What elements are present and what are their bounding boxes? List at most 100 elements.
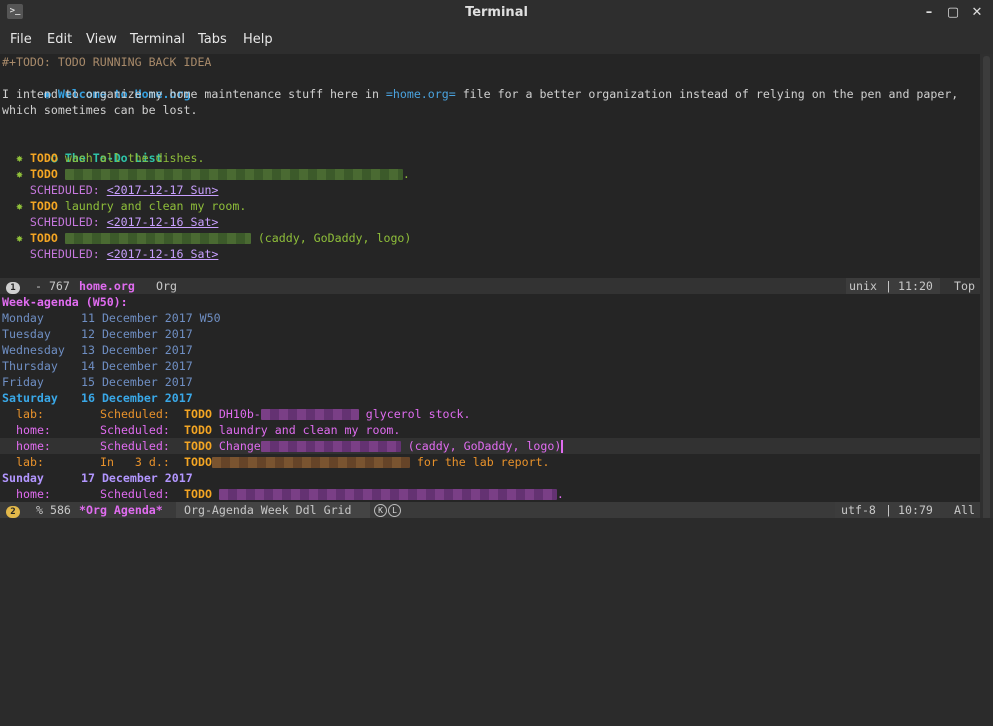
separator: | — [885, 503, 892, 517]
entry-when: Scheduled: — [100, 487, 170, 501]
scheduled-label: SCHEDULED: — [29, 247, 100, 261]
menu-view[interactable]: View — [86, 32, 117, 47]
minimize-icon[interactable]: – — [920, 4, 938, 22]
entry-category: lab: — [16, 455, 44, 469]
day-name: Thursday — [2, 359, 58, 373]
menu-edit[interactable]: Edit — [47, 32, 72, 47]
entry-when: Scheduled: — [100, 407, 170, 421]
entry-when: In 3 d.: — [100, 455, 170, 469]
terminal-content[interactable]: #+TODO: TODO RUNNING BACK IDEA ◉ Welcome… — [0, 54, 980, 532]
day-date: 14 December 2017 — [81, 359, 193, 373]
agenda-entry-selected[interactable]: home: Scheduled: TODO Change (caddy, GoDad… — [2, 438, 564, 454]
day-date: 16 December 2017 — [81, 391, 193, 405]
todo-bullet-icon: ✸ — [15, 199, 23, 213]
menu-tabs[interactable]: Tabs — [198, 32, 227, 47]
agenda-day: Thursday 14 December 2017 — [2, 358, 193, 374]
todo-item: ✸ TODO (caddy, GoDaddy, logo) — [2, 230, 411, 246]
agenda-entry[interactable]: lab: Scheduled: TODO DH10b- glycerol stock… — [2, 406, 470, 422]
todo-text: wash all the dishes. — [64, 151, 205, 165]
scheduled-date-link[interactable]: <2017-12-17 Sun> — [107, 183, 219, 197]
week-number: W50 — [199, 311, 221, 325]
close-icon[interactable]: ✕ — [968, 4, 986, 22]
terminal-window: >_ Terminal – ▢ ✕ File Edit View Termina… — [0, 0, 993, 540]
title-bar[interactable]: >_ Terminal – ▢ ✕ — [0, 0, 993, 26]
todo-item: ✸ TODO . — [2, 166, 410, 182]
cursor — [561, 440, 564, 453]
menu-bar: File Edit View Terminal Tabs Help — [0, 26, 993, 54]
verbatim-filename: =home.org= — [385, 87, 456, 101]
todo-keyword: TODO — [29, 199, 58, 213]
org-heading-2: ○ The To-Do List — [2, 134, 163, 165]
agenda-entry[interactable]: home: Scheduled: TODO laundry and clean my… — [2, 422, 400, 438]
org-paragraph-line-1: I intend to organize my home maintenance… — [2, 86, 958, 102]
todo-bullet-icon: ✸ — [15, 151, 23, 165]
entry-text: (caddy, GoDaddy, logo) — [407, 439, 562, 453]
minor-mode-l-icon: L — [388, 502, 401, 518]
agenda-day: Wednesday 13 December 2017 — [2, 342, 193, 358]
agenda-entry[interactable]: home: Scheduled: TODO . — [2, 486, 564, 502]
window-number-badge: 1 — [6, 282, 20, 294]
redacted-text — [218, 489, 557, 500]
todo-bullet-icon: ✸ — [15, 231, 23, 245]
todo-item: ✸ TODO laundry and clean my room. — [2, 198, 246, 214]
major-mode: Org — [156, 279, 177, 293]
agenda-day: Friday 15 December 2017 — [2, 374, 193, 390]
todo-keyword: TODO — [29, 167, 58, 181]
todo-keyword: TODO — [29, 151, 58, 165]
buffer-state: % 586 — [36, 503, 71, 517]
redacted-text — [260, 409, 359, 420]
redacted-text — [260, 441, 401, 452]
scheduled-line: SCHEDULED: <2017-12-17 Sun> — [2, 182, 218, 198]
org-heading-1: ◉ Welcome to Home.org — [2, 70, 191, 101]
entry-text: . — [556, 487, 564, 501]
todo-text: laundry and clean my room. — [64, 199, 247, 213]
agenda-day: Sunday 17 December 2017 — [2, 470, 193, 486]
para-text: file for a better organization instead o… — [455, 87, 959, 101]
day-date: 12 December 2017 — [81, 327, 193, 341]
scheduled-line: SCHEDULED: <2017-12-16 Sat> — [2, 246, 218, 262]
todo-keyword: TODO — [184, 455, 212, 469]
scheduled-date-link[interactable]: <2017-12-16 Sat> — [107, 247, 219, 261]
todo-text: . — [402, 167, 410, 181]
redacted-text — [211, 457, 410, 468]
window-title: Terminal — [465, 5, 528, 20]
cursor-position: 10:79 — [898, 503, 933, 517]
agenda-entry[interactable]: lab: In 3 d.: TODO for the lab report. — [2, 454, 550, 470]
echo-area — [0, 518, 993, 540]
scheduled-date-link[interactable]: <2017-12-16 Sat> — [107, 215, 219, 229]
scrollbar-thumb[interactable] — [983, 56, 990, 526]
day-name: Sunday — [2, 471, 44, 485]
scroll-position: Top — [954, 279, 975, 293]
day-date: 11 December 2017 — [81, 311, 193, 325]
redacted-text — [64, 233, 251, 244]
entry-category: home: — [16, 423, 51, 437]
modeline-bottom: 2 % 586 *Org Agenda* Org-Agenda Week Ddl… — [0, 502, 980, 518]
agenda-day: Tuesday 12 December 2017 — [2, 326, 193, 342]
separator: | — [885, 279, 892, 293]
entry-category: home: — [16, 487, 51, 501]
entry-text: DH10b- — [218, 407, 261, 421]
terminal-scrollbar[interactable] — [980, 54, 993, 532]
menu-help[interactable]: Help — [243, 32, 273, 47]
todo-keyword: TODO — [184, 423, 212, 437]
buffer-name: home.org — [79, 279, 135, 293]
todo-keyword: TODO — [184, 439, 212, 453]
entry-text: glycerol stock. — [365, 407, 471, 421]
agenda-day: Monday 11 December 2017 W50 — [2, 310, 221, 326]
menu-terminal[interactable]: Terminal — [130, 32, 185, 47]
day-name: Tuesday — [2, 327, 51, 341]
maximize-icon[interactable]: ▢ — [944, 4, 962, 22]
menu-file[interactable]: File — [10, 32, 32, 47]
day-name: Wednesday — [2, 343, 65, 357]
redacted-text — [64, 169, 403, 180]
encoding: utf-8 — [841, 503, 876, 517]
modeline-top: 1 - 767 home.org Org unix | 11:20 Top — [0, 278, 980, 294]
entry-text: for the lab report. — [416, 455, 550, 469]
org-paragraph-line-2: which sometimes can be lost. — [2, 103, 198, 117]
day-date: 15 December 2017 — [81, 375, 193, 389]
todo-keyword: TODO — [29, 231, 58, 245]
todo-keyword: TODO — [184, 487, 212, 501]
day-name: Friday — [2, 375, 44, 389]
scroll-position: All — [954, 503, 975, 517]
entry-text: Change — [218, 439, 261, 453]
